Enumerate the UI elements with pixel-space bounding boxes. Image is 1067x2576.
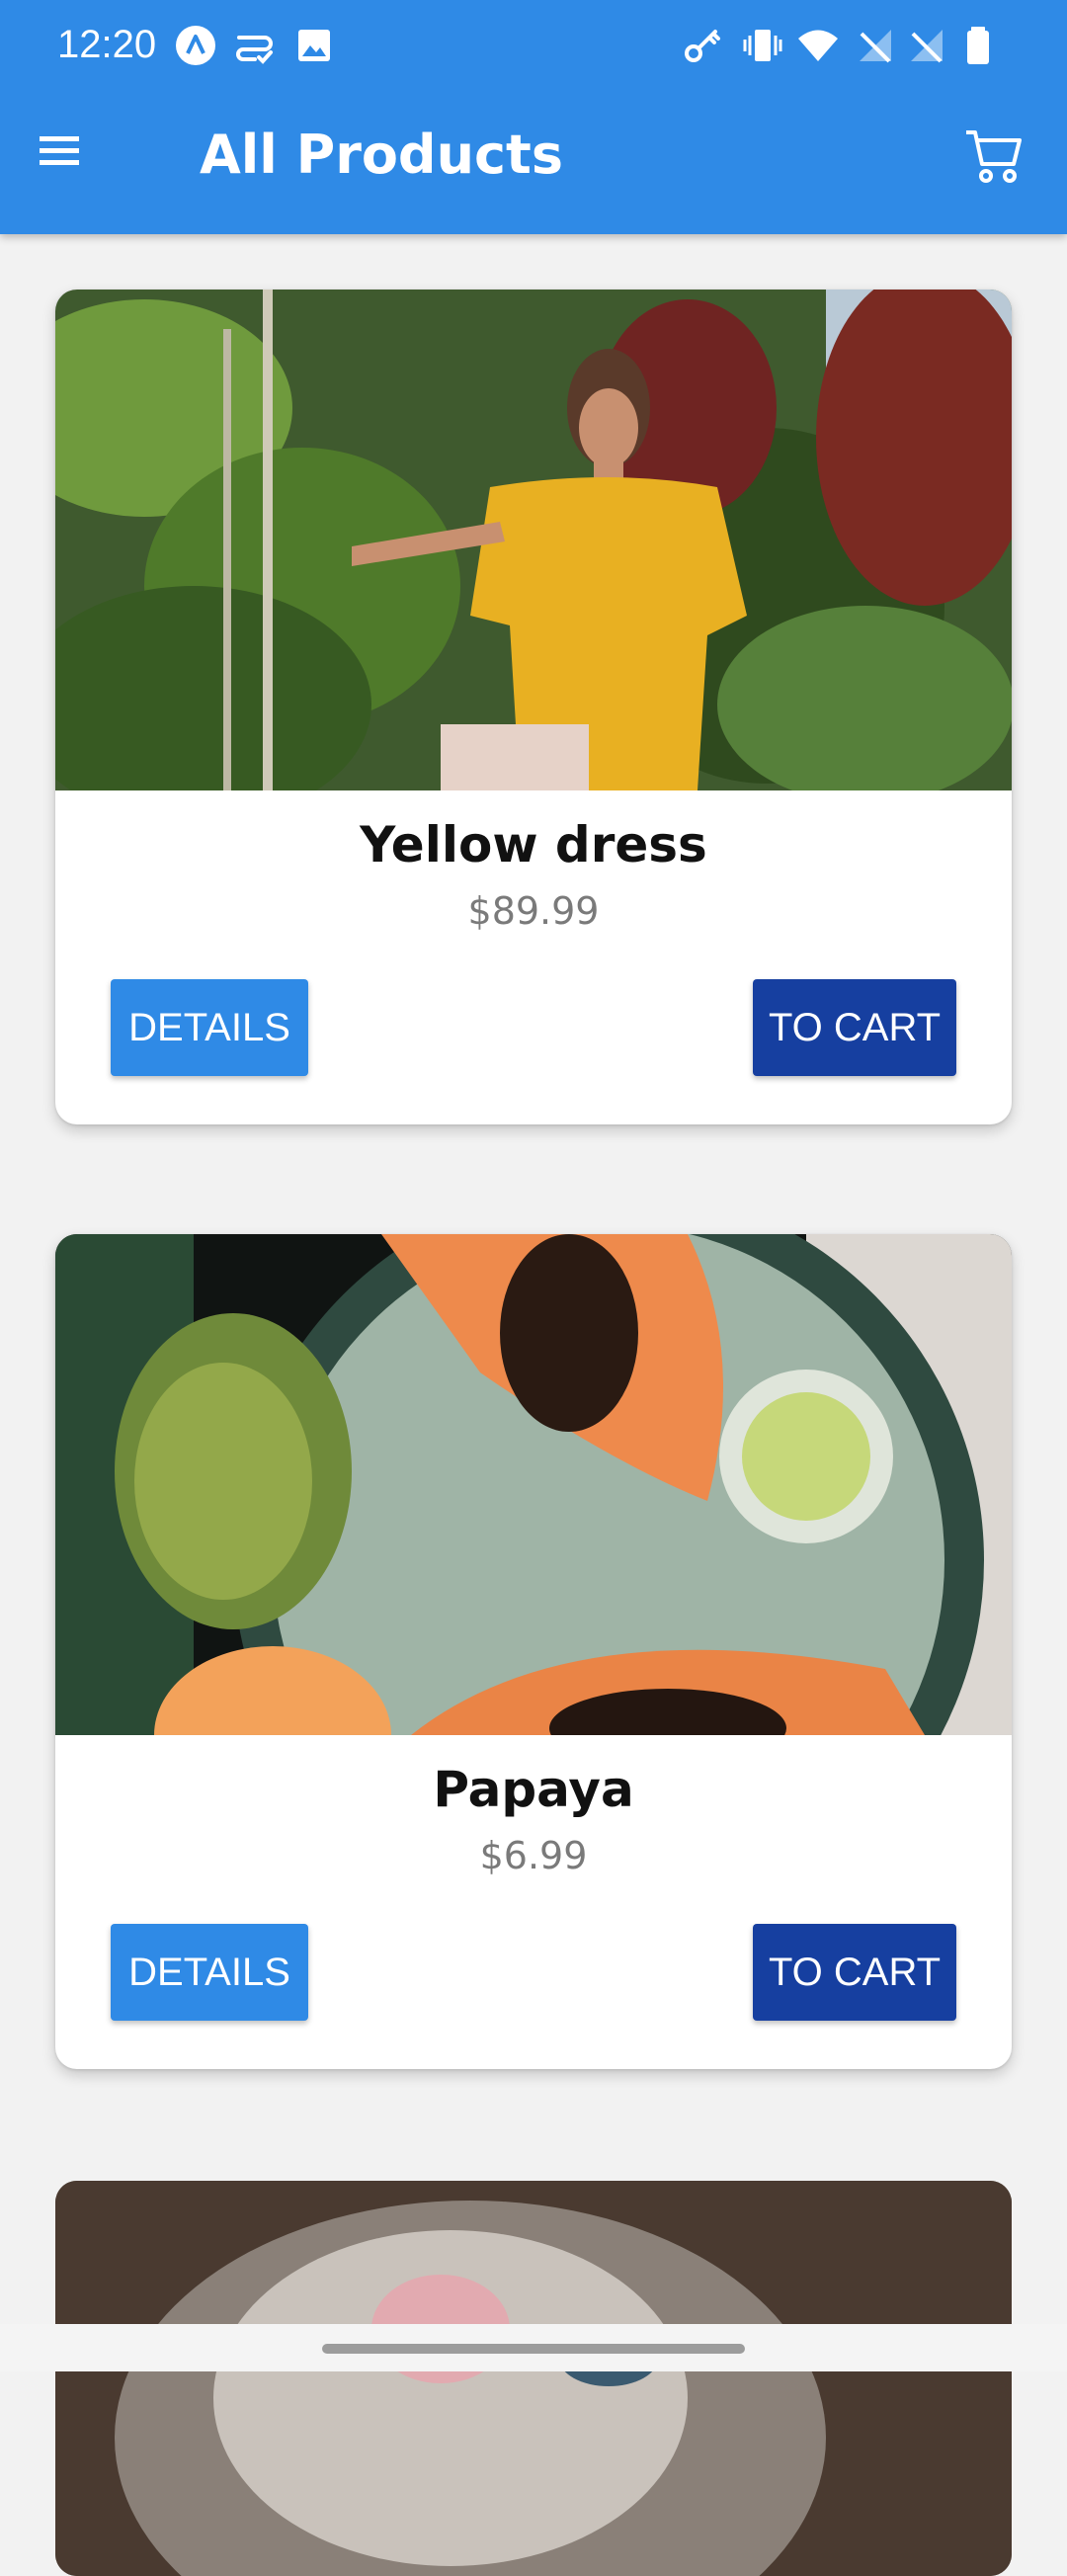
gesture-handle[interactable] (322, 2344, 745, 2354)
product-card: Yellow dress $89.99 DETAILS TO CART (55, 290, 1012, 1124)
product-name: Yellow dress (360, 816, 707, 873)
no-signal-icon (905, 24, 948, 67)
product-image[interactable] (55, 290, 1012, 790)
menu-icon[interactable] (36, 126, 85, 176)
product-card: Papaya $6.99 DETAILS TO CART (55, 1234, 1012, 2069)
sync-check-icon (233, 24, 277, 67)
page-title: All Products (200, 124, 563, 186)
details-button[interactable]: DETAILS (111, 979, 308, 1076)
product-image[interactable] (55, 1234, 1012, 1735)
no-signal-icon (854, 24, 897, 67)
shopping-cart-icon[interactable] (964, 126, 1024, 186)
wifi-icon (796, 24, 840, 67)
vibrate-icon (741, 24, 784, 67)
product-name: Papaya (433, 1761, 634, 1818)
product-image[interactable] (55, 2181, 1012, 2576)
product-price: $6.99 (479, 1834, 588, 1877)
details-button[interactable]: DETAILS (111, 1924, 308, 2021)
image-icon (292, 24, 336, 67)
navigation-gesture-bar (0, 2324, 1067, 2371)
status-bar: 12:20 (0, 0, 1067, 91)
battery-icon (956, 24, 1000, 67)
app-header: 12:20 All Products (0, 0, 1067, 234)
app-a-icon (174, 24, 217, 67)
key-icon (682, 24, 725, 67)
add-to-cart-button[interactable]: TO CART (753, 1924, 956, 2021)
product-card (55, 2181, 1012, 2576)
status-time: 12:20 (57, 23, 157, 66)
add-to-cart-button[interactable]: TO CART (753, 979, 956, 1076)
product-price: $89.99 (467, 889, 600, 933)
